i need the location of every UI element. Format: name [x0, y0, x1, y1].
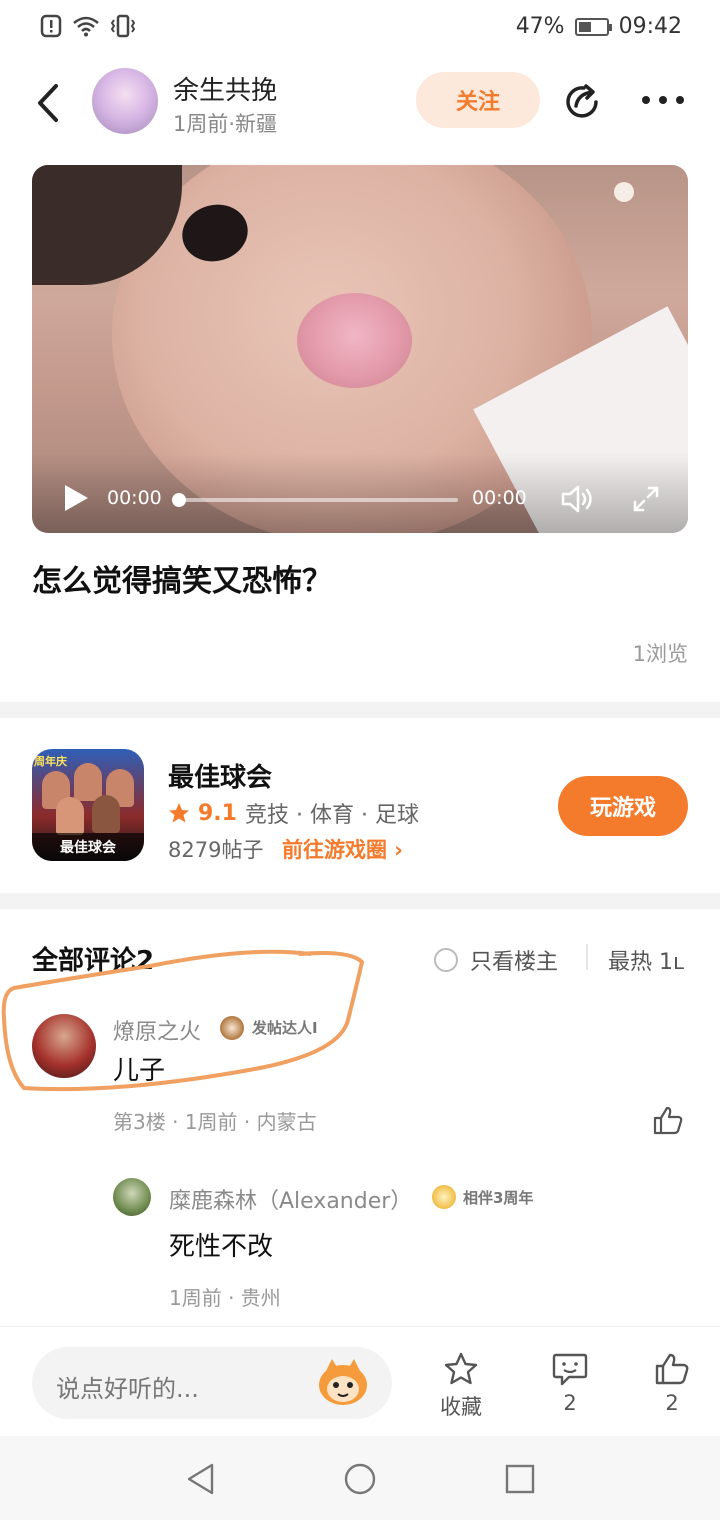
- star-outline-icon: [444, 1352, 478, 1385]
- game-icon-anniversary-tag: 周年庆: [34, 755, 67, 768]
- game-icon-label: 最佳球会: [32, 833, 144, 861]
- back-arrow-icon[interactable]: [30, 80, 66, 126]
- share-icon[interactable]: [562, 80, 604, 122]
- game-post-count: 8279帖子: [168, 838, 264, 862]
- game-rating: 9.1: [198, 800, 237, 826]
- system-navigation-bar: [0, 1436, 720, 1520]
- follow-button[interactable]: 关注: [416, 72, 540, 128]
- only-owner-label: 只看楼主: [470, 950, 559, 975]
- battery-icon: [574, 17, 612, 36]
- reply-badge: 相伴3周年: [463, 1189, 534, 1207]
- hand-drawn-highlight-mark: [1, 949, 365, 1092]
- reply-avatar[interactable]: [113, 1178, 151, 1216]
- video-duration: 00:00: [472, 487, 527, 509]
- post-title: 怎么觉得搞笑又恐怖？: [32, 564, 332, 599]
- volume-icon[interactable]: [560, 483, 596, 515]
- author-avatar[interactable]: [92, 68, 158, 134]
- game-meta: 9.1 竞技 · 体育 · 足球: [168, 797, 419, 829]
- author-name[interactable]: 余生共挽: [173, 70, 277, 107]
- nav-home-icon[interactable]: [343, 1462, 377, 1496]
- more-options-icon[interactable]: [640, 90, 686, 110]
- game-circle-link[interactable]: 前往游戏圈 ›: [282, 834, 403, 864]
- star-icon: [169, 803, 189, 823]
- comment-meta: 第3楼 · 1周前 · 内蒙古: [113, 1110, 317, 1134]
- bottom-action-bar: 说点好听的... 收藏 2 2: [0, 1326, 720, 1436]
- video-frame-light: [614, 182, 634, 202]
- fullscreen-icon[interactable]: [632, 485, 660, 513]
- video-current-time: 00:00: [107, 487, 162, 509]
- post-header: 余生共挽 1周前·新疆 关注: [0, 56, 720, 148]
- comment-count: 2: [563, 1391, 577, 1415]
- game-tags: 竞技 · 体育 · 足球: [244, 803, 419, 828]
- game-icon-player: [92, 795, 120, 833]
- comment-input[interactable]: 说点好听的...: [32, 1347, 392, 1419]
- reply-author-name[interactable]: 糜鹿森林（Alexander）: [169, 1183, 412, 1215]
- comment-button[interactable]: 2: [535, 1351, 605, 1415]
- like-count: 2: [665, 1391, 679, 1415]
- game-icon[interactable]: 周年庆 最佳球会: [32, 749, 144, 861]
- alert-icon: [40, 14, 62, 38]
- post-detail-screen: 47% 09:42 余生共挽 1周前·新疆 关注 00:00 00:00 怎么觉…: [0, 0, 720, 1520]
- video-player[interactable]: 00:00 00:00: [32, 165, 688, 533]
- section-divider: [0, 702, 720, 718]
- thumbs-up-icon[interactable]: [652, 1104, 684, 1136]
- reply-text: 死性不改: [169, 1232, 274, 1262]
- view-count: 1浏览: [632, 642, 688, 666]
- wifi-icon: [73, 16, 99, 37]
- mascot-emoji-icon[interactable]: [316, 1357, 370, 1407]
- vibrate-icon: [110, 14, 136, 38]
- play-icon[interactable]: [62, 483, 90, 513]
- nav-back-icon[interactable]: [184, 1462, 218, 1496]
- radio-icon[interactable]: [434, 948, 458, 972]
- comment-bubble-icon: [552, 1353, 588, 1386]
- play-game-button[interactable]: 玩游戏: [558, 776, 688, 836]
- status-icons-right: 47% 09:42: [516, 14, 682, 39]
- post-time-location: 1周前·新疆: [173, 112, 278, 136]
- game-name[interactable]: 最佳球会: [168, 757, 272, 794]
- sort-selector[interactable]: 最热 1ʟ: [608, 944, 684, 976]
- video-progress-knob[interactable]: [172, 493, 186, 507]
- favorite-label: 收藏: [440, 1395, 482, 1419]
- reply-meta: 1周前 · 贵州: [169, 1286, 281, 1310]
- favorite-button[interactable]: 收藏: [426, 1351, 496, 1421]
- section-divider: [0, 893, 720, 909]
- game-icon-player: [56, 797, 84, 835]
- status-icons-left: [40, 14, 136, 38]
- clock: 09:42: [618, 14, 682, 39]
- filter-separator: [586, 944, 588, 970]
- like-button[interactable]: 2: [637, 1351, 707, 1415]
- video-frame-lips: [297, 293, 412, 388]
- only-owner-toggle[interactable]: 只看楼主: [434, 944, 558, 976]
- video-progress-track[interactable]: [176, 498, 458, 502]
- battery-percent: 47%: [515, 14, 565, 39]
- comment-input-placeholder: 说点好听的...: [56, 1375, 199, 1403]
- thumbs-up-icon: [655, 1353, 689, 1385]
- nav-recents-icon[interactable]: [503, 1462, 537, 1496]
- status-bar: 47% 09:42: [0, 0, 720, 56]
- anniversary-badge-icon: [432, 1185, 456, 1209]
- game-icon-player: [74, 763, 102, 801]
